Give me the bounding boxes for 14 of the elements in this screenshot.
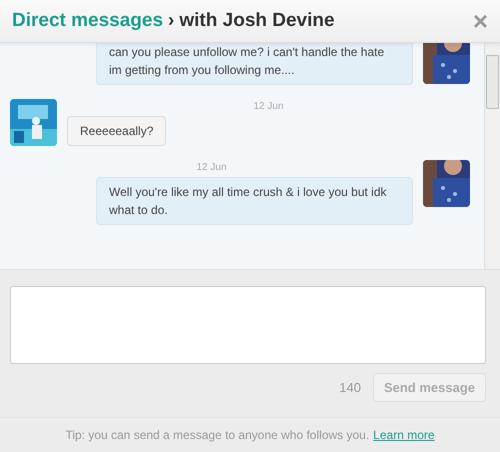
learn-more-link[interactable]: Learn more (373, 428, 435, 442)
message-bubble: can you please unfollow me? i can't handle the hate im getting from you following me.... (96, 43, 413, 85)
message-bubble: Reeeeeaally? (67, 116, 166, 146)
scrollbar[interactable] (484, 43, 500, 269)
message-date: 12 Jun (196, 162, 227, 173)
message-bubble: Well you're like my all time crush & i love you but idk what to do. (96, 177, 413, 225)
message-input[interactable] (10, 286, 486, 364)
breadcrumb-separator: › (168, 10, 174, 32)
close-button[interactable]: × (472, 8, 488, 34)
breadcrumb-link[interactable]: Direct messages (12, 10, 164, 32)
conversation-title: with Josh Devine (179, 10, 336, 32)
character-counter: 140 (339, 380, 361, 395)
message-date: 12 Jun (253, 101, 284, 112)
tip-text: Tip: you can send a message to anyone who follows you. (65, 428, 370, 442)
